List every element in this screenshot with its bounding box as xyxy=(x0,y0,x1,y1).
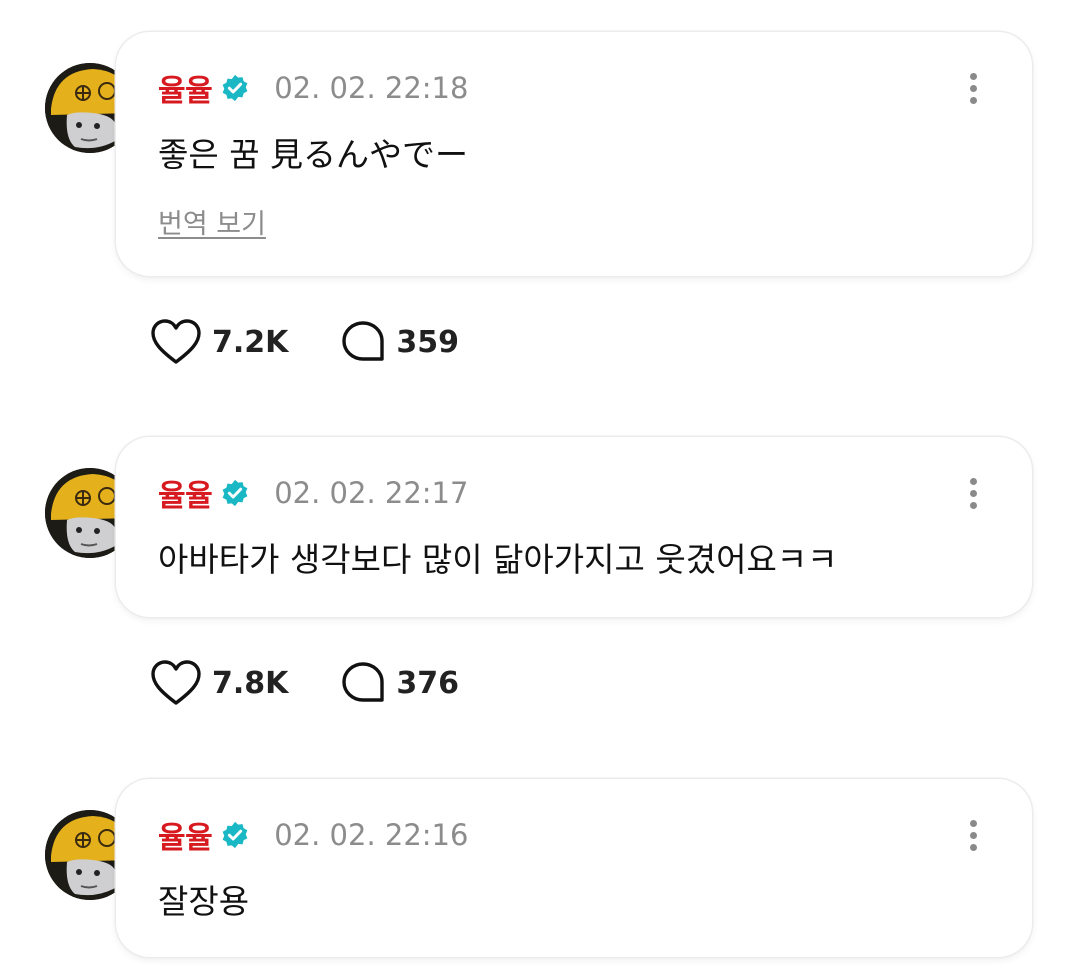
username[interactable]: 율율 xyxy=(158,813,213,857)
username[interactable]: 율율 xyxy=(158,66,213,110)
timestamp: 02. 02. 22:16 xyxy=(274,818,469,852)
verified-badge-icon xyxy=(220,478,250,508)
comment-button[interactable]: 359 xyxy=(340,319,459,365)
comment-count: 359 xyxy=(396,324,460,360)
more-vertical-icon[interactable] xyxy=(958,68,988,108)
comment-feed: 율율 02. 02. 22:18 좋은 꿈 見るんやでー 번역 보기 7.2K … xyxy=(0,0,1080,977)
comment-bubble: 율율 02. 02. 22:16 잘장용 xyxy=(116,779,1032,957)
comment-count: 376 xyxy=(396,665,460,701)
comment-bubble: 율율 02. 02. 22:17 아바타가 생각보다 많이 닮아가지고 웃겼어요… xyxy=(116,437,1032,617)
comment-bubble: 율율 02. 02. 22:18 좋은 꿈 見るんやでー 번역 보기 xyxy=(116,32,1032,276)
verified-badge-icon xyxy=(220,73,250,103)
more-vertical-icon[interactable] xyxy=(958,473,988,513)
heart-outline-icon xyxy=(151,660,201,705)
like-count: 7.2K xyxy=(212,324,289,360)
like-count: 7.8K xyxy=(212,665,289,701)
speech-bubble-icon xyxy=(342,321,385,361)
comment-text: 좋은 꿈 見るんやでー xyxy=(158,135,469,174)
comment-button[interactable]: 376 xyxy=(340,660,459,706)
translate-link[interactable]: 번역 보기 xyxy=(158,202,266,241)
timestamp: 02. 02. 22:18 xyxy=(274,71,469,105)
username[interactable]: 율율 xyxy=(158,471,213,515)
like-button[interactable]: 7.8K xyxy=(150,659,288,707)
comment-text: 아바타가 생각보다 많이 닮아가지고 웃겼어요ㅋㅋ xyxy=(158,540,838,579)
comment-meta: 율율 02. 02. 22:17 xyxy=(158,471,469,515)
speech-bubble-icon xyxy=(342,662,385,702)
comment-meta: 율율 02. 02. 22:16 xyxy=(158,813,469,857)
comment-meta: 율율 02. 02. 22:18 xyxy=(158,66,469,110)
timestamp: 02. 02. 22:17 xyxy=(274,476,469,510)
more-vertical-icon[interactable] xyxy=(958,815,988,855)
verified-badge-icon xyxy=(220,820,250,850)
like-button[interactable]: 7.2K xyxy=(150,318,288,366)
comment-text: 잘장용 xyxy=(158,882,250,921)
post-1-actions: 7.2K 359 xyxy=(150,317,459,367)
heart-outline-icon xyxy=(151,319,201,364)
post-2-actions: 7.8K 376 xyxy=(150,658,459,708)
